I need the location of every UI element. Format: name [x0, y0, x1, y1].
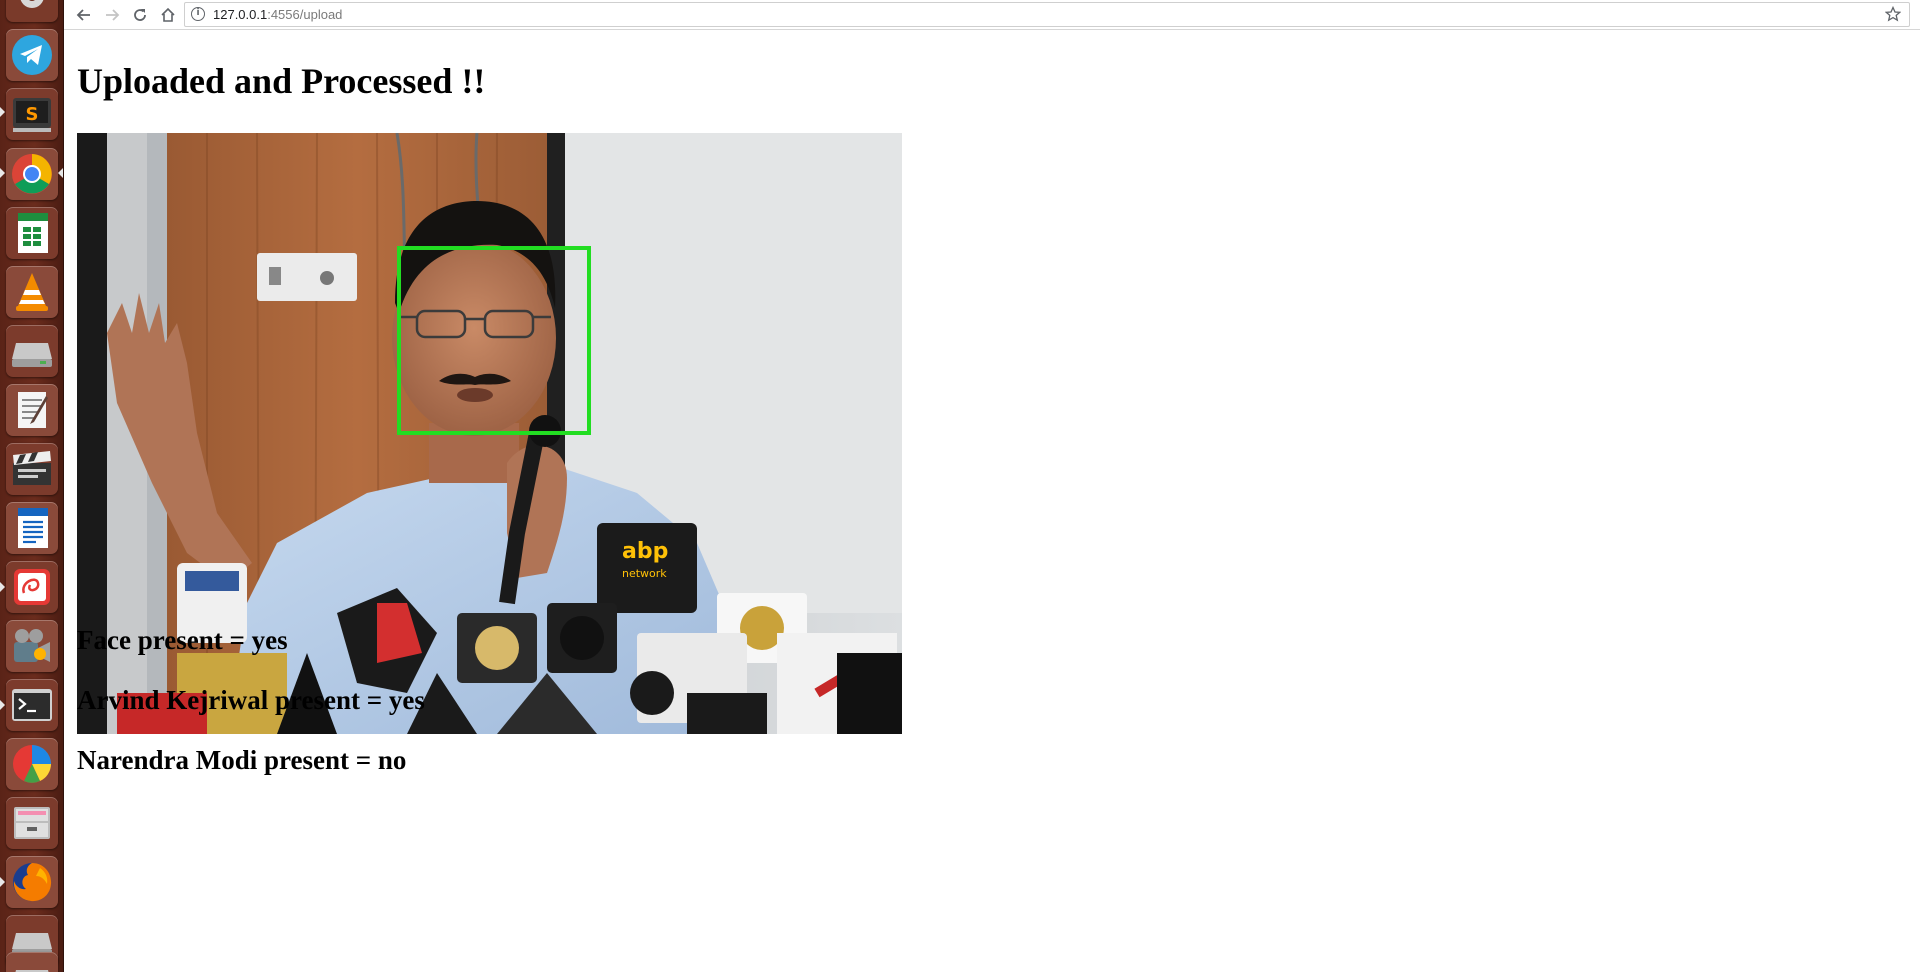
- vlc-icon[interactable]: [6, 266, 58, 318]
- evince-icon[interactable]: [6, 561, 58, 613]
- bookmark-star-button[interactable]: [1884, 5, 1903, 24]
- forward-arrow-icon: [106, 9, 120, 21]
- libreoffice-writer-icon[interactable]: [6, 502, 58, 554]
- video-editor-icon[interactable]: [6, 443, 58, 495]
- mic-label-abp: abp: [622, 539, 668, 564]
- page-content: Uploaded and Processed !! abp network Fa…: [64, 31, 1920, 972]
- firefox-icon[interactable]: [6, 856, 58, 908]
- back-button[interactable]: [72, 3, 96, 27]
- sublime-text-icon[interactable]: S: [6, 88, 58, 140]
- removable-drive-2-icon[interactable]: [6, 952, 58, 972]
- url-host: 127.0.0.1: [213, 7, 268, 22]
- result-face-present: Face present = yes: [77, 625, 288, 655]
- browser-toolbar: i 127.0.0.1:4556/upload: [64, 0, 1920, 30]
- disk-drive-icon[interactable]: [6, 325, 58, 377]
- reload-icon: [134, 9, 146, 21]
- terminal-icon[interactable]: [6, 679, 58, 731]
- address-bar[interactable]: i 127.0.0.1:4556/upload: [184, 2, 1910, 27]
- reload-button[interactable]: [128, 3, 152, 27]
- star-icon: [1884, 5, 1902, 22]
- home-icon: [161, 7, 175, 22]
- svg-text:S: S: [26, 104, 39, 125]
- chrome-icon[interactable]: [6, 148, 58, 200]
- libreoffice-calc-icon[interactable]: [6, 207, 58, 259]
- media-converter-icon[interactable]: [6, 620, 58, 672]
- result-narendra-modi: Narendra Modi present = no: [77, 745, 407, 775]
- site-info-icon[interactable]: i: [191, 7, 205, 21]
- text-editor-icon[interactable]: [6, 384, 58, 436]
- result-arvind-kejriwal: Arvind Kejriwal present = yes: [77, 685, 425, 715]
- forward-button[interactable]: [100, 3, 124, 27]
- home-button[interactable]: [156, 3, 180, 27]
- ubuntu-launcher: S: [0, 0, 64, 972]
- system-settings-icon[interactable]: [6, 0, 58, 22]
- mic-label-network: network: [622, 567, 667, 580]
- page-title: Uploaded and Processed !!: [77, 61, 486, 101]
- url-text: 127.0.0.1:4556/upload: [213, 7, 342, 23]
- archive-manager-icon[interactable]: [6, 797, 58, 849]
- disk-usage-icon[interactable]: [6, 738, 58, 790]
- back-arrow-icon: [76, 9, 90, 21]
- url-path: :4556/upload: [267, 7, 343, 22]
- telegram-icon[interactable]: [6, 29, 58, 81]
